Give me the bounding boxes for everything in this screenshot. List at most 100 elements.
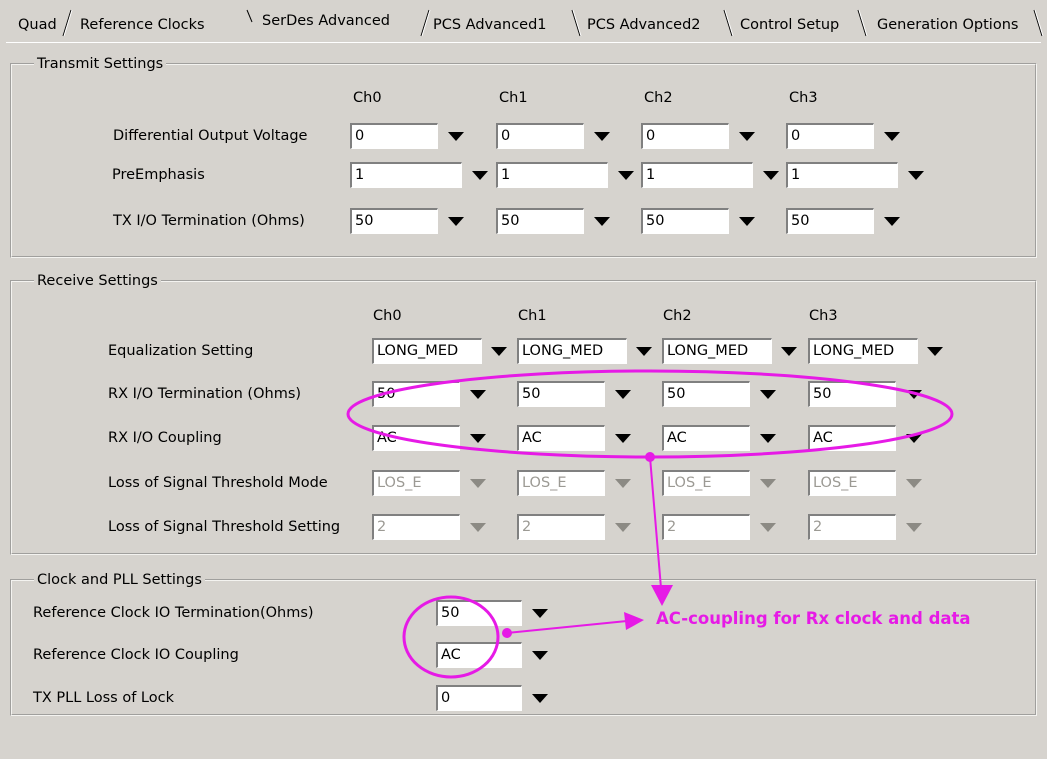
- clock-select[interactable]: 0: [436, 685, 556, 711]
- chevron-down-icon[interactable]: [462, 514, 494, 540]
- receive-select[interactable]: 50: [808, 381, 930, 407]
- transmit-select-value[interactable]: 50: [350, 208, 438, 234]
- receive-select-value[interactable]: 2: [517, 514, 605, 540]
- transmit-select-value[interactable]: 50: [786, 208, 874, 234]
- transmit-select[interactable]: 0: [496, 123, 618, 149]
- chevron-down-icon[interactable]: [900, 162, 932, 188]
- chevron-down-icon[interactable]: [440, 123, 472, 149]
- transmit-select-value[interactable]: 50: [641, 208, 729, 234]
- chevron-down-icon[interactable]: [919, 338, 951, 364]
- tab-reference-clocks[interactable]: Reference Clocks: [80, 8, 205, 40]
- transmit-select[interactable]: 0: [786, 123, 908, 149]
- clock-select-value[interactable]: AC: [436, 642, 522, 668]
- receive-select-value[interactable]: LOS_E: [808, 470, 896, 496]
- receive-select[interactable]: LONG_MED: [517, 338, 660, 364]
- chevron-down-icon[interactable]: [610, 162, 642, 188]
- chevron-down-icon[interactable]: [876, 208, 908, 234]
- receive-select-value[interactable]: AC: [517, 425, 605, 451]
- transmit-select-value[interactable]: 1: [641, 162, 753, 188]
- transmit-select-value[interactable]: 0: [786, 123, 874, 149]
- receive-select-value[interactable]: 50: [808, 381, 896, 407]
- tab-quad[interactable]: Quad: [18, 8, 57, 40]
- chevron-down-icon[interactable]: [752, 514, 784, 540]
- receive-select-value[interactable]: 50: [662, 381, 750, 407]
- transmit-select[interactable]: 50: [786, 208, 908, 234]
- transmit-select-value[interactable]: 1: [350, 162, 462, 188]
- transmit-select[interactable]: 1: [350, 162, 496, 188]
- chevron-down-icon[interactable]: [731, 208, 763, 234]
- transmit-select-value[interactable]: 1: [496, 162, 608, 188]
- transmit-select[interactable]: 1: [641, 162, 787, 188]
- chevron-down-icon[interactable]: [773, 338, 805, 364]
- chevron-down-icon[interactable]: [586, 208, 618, 234]
- tab-pcs-advanced1[interactable]: PCS Advanced1: [433, 8, 547, 40]
- receive-select-value[interactable]: LOS_E: [372, 470, 460, 496]
- chevron-down-icon[interactable]: [586, 123, 618, 149]
- receive-select[interactable]: LONG_MED: [808, 338, 951, 364]
- receive-select-value[interactable]: LONG_MED: [517, 338, 627, 364]
- receive-select-value[interactable]: AC: [372, 425, 460, 451]
- clock-select[interactable]: 50: [436, 600, 556, 626]
- receive-select[interactable]: 50: [372, 381, 494, 407]
- receive-select[interactable]: LOS_E: [372, 470, 494, 496]
- tab-control-setup[interactable]: Control Setup: [740, 8, 839, 40]
- receive-select[interactable]: LONG_MED: [662, 338, 805, 364]
- receive-select[interactable]: 2: [372, 514, 494, 540]
- chevron-down-icon[interactable]: [524, 642, 556, 668]
- chevron-down-icon[interactable]: [752, 425, 784, 451]
- chevron-down-icon[interactable]: [898, 514, 930, 540]
- clock-select-value[interactable]: 50: [436, 600, 522, 626]
- receive-select[interactable]: AC: [808, 425, 930, 451]
- chevron-down-icon[interactable]: [607, 470, 639, 496]
- transmit-select-value[interactable]: 50: [496, 208, 584, 234]
- transmit-select[interactable]: 0: [641, 123, 763, 149]
- receive-select[interactable]: 50: [517, 381, 639, 407]
- chevron-down-icon[interactable]: [483, 338, 515, 364]
- chevron-down-icon[interactable]: [752, 470, 784, 496]
- transmit-select-value[interactable]: 0: [496, 123, 584, 149]
- chevron-down-icon[interactable]: [440, 208, 472, 234]
- transmit-select-value[interactable]: 0: [641, 123, 729, 149]
- receive-select[interactable]: LOS_E: [517, 470, 639, 496]
- receive-select[interactable]: 2: [808, 514, 930, 540]
- receive-select-value[interactable]: AC: [662, 425, 750, 451]
- receive-select[interactable]: LOS_E: [808, 470, 930, 496]
- chevron-down-icon[interactable]: [731, 123, 763, 149]
- receive-select[interactable]: AC: [662, 425, 784, 451]
- chevron-down-icon[interactable]: [462, 381, 494, 407]
- receive-select[interactable]: AC: [517, 425, 639, 451]
- tab-pcs-advanced2[interactable]: PCS Advanced2: [587, 8, 701, 40]
- receive-select-value[interactable]: 2: [808, 514, 896, 540]
- receive-select[interactable]: 2: [662, 514, 784, 540]
- receive-select-value[interactable]: LOS_E: [517, 470, 605, 496]
- chevron-down-icon[interactable]: [898, 470, 930, 496]
- transmit-select[interactable]: 1: [786, 162, 932, 188]
- chevron-down-icon[interactable]: [876, 123, 908, 149]
- receive-select-value[interactable]: 50: [517, 381, 605, 407]
- receive-select-value[interactable]: LONG_MED: [372, 338, 482, 364]
- chevron-down-icon[interactable]: [607, 425, 639, 451]
- receive-select[interactable]: 2: [517, 514, 639, 540]
- clock-select[interactable]: AC: [436, 642, 556, 668]
- transmit-select[interactable]: 50: [350, 208, 472, 234]
- chevron-down-icon[interactable]: [898, 425, 930, 451]
- transmit-select[interactable]: 1: [496, 162, 642, 188]
- chevron-down-icon[interactable]: [524, 685, 556, 711]
- receive-select-value[interactable]: LOS_E: [662, 470, 750, 496]
- receive-select[interactable]: AC: [372, 425, 494, 451]
- receive-select-value[interactable]: 50: [372, 381, 460, 407]
- receive-select-value[interactable]: LONG_MED: [808, 338, 918, 364]
- chevron-down-icon[interactable]: [607, 381, 639, 407]
- receive-select-value[interactable]: 2: [662, 514, 750, 540]
- chevron-down-icon[interactable]: [898, 381, 930, 407]
- tab-serdes-advanced[interactable]: SerDes Advanced: [262, 4, 390, 36]
- transmit-select-value[interactable]: 0: [350, 123, 438, 149]
- chevron-down-icon[interactable]: [462, 425, 494, 451]
- transmit-select[interactable]: 50: [496, 208, 618, 234]
- transmit-select[interactable]: 50: [641, 208, 763, 234]
- chevron-down-icon[interactable]: [462, 470, 494, 496]
- chevron-down-icon[interactable]: [628, 338, 660, 364]
- chevron-down-icon[interactable]: [607, 514, 639, 540]
- receive-select-value[interactable]: AC: [808, 425, 896, 451]
- receive-select[interactable]: 50: [662, 381, 784, 407]
